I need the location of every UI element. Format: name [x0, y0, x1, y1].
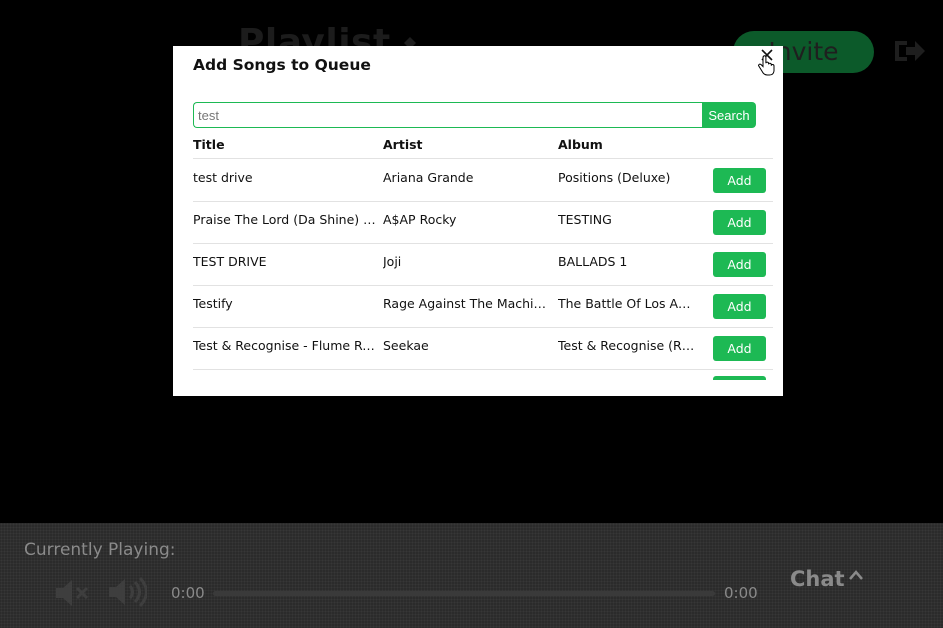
- song-title: Test & Recognise - Flume Re-…: [193, 338, 379, 353]
- table-row: test drive Ariana Grande Positions (Delu…: [193, 160, 773, 202]
- volume-icon[interactable]: [107, 576, 147, 608]
- column-album: Album: [558, 137, 603, 152]
- add-button[interactable]: Add: [713, 168, 766, 193]
- player-bar: Currently Playing: 0:00 0:00 Chat: [0, 523, 943, 628]
- add-button[interactable]: Add: [713, 294, 766, 319]
- search-button[interactable]: Search: [702, 102, 756, 128]
- song-album: TESTING: [558, 212, 612, 227]
- song-album: Positions (Deluxe): [558, 170, 671, 185]
- seek-bar[interactable]: [213, 591, 715, 596]
- song-title: Praise The Lord (Da Shine) (fe…: [193, 212, 379, 227]
- song-album: The Battle Of Los An…: [558, 296, 698, 311]
- table-row: Test & Recognise - Flume Re-… Seekae Tes…: [193, 328, 773, 370]
- song-artist: A$AP Rocky: [383, 212, 457, 227]
- song-album: Test & Recognise (R…: [558, 338, 695, 353]
- table-row: Testify Rage Against The Machi… The Batt…: [193, 286, 773, 328]
- time-total: 0:00: [724, 584, 758, 602]
- table-header: Title Artist Album: [193, 130, 773, 159]
- song-album: BALLADS 1: [558, 254, 628, 269]
- song-artist: Joji: [383, 254, 402, 269]
- app-root: Playlist Invite Currently Playing: 0:00 …: [0, 0, 943, 628]
- add-songs-modal: Add Songs to Queue Search Title Artist A…: [173, 46, 783, 396]
- add-button[interactable]: Add: [713, 252, 766, 277]
- chevron-up-icon[interactable]: [848, 569, 864, 581]
- column-title: Title: [193, 137, 225, 152]
- song-title: Testify: [193, 296, 233, 311]
- mute-icon[interactable]: [54, 578, 90, 608]
- table-row: TEST DRIVE Joji BALLADS 1 Add: [193, 244, 773, 286]
- currently-playing-label: Currently Playing:: [24, 540, 176, 560]
- song-title: TEST DRIVE: [193, 254, 267, 269]
- search-input[interactable]: [193, 102, 703, 128]
- time-elapsed: 0:00: [171, 584, 205, 602]
- column-artist: Artist: [383, 137, 423, 152]
- song-artist: Rage Against The Machi…: [383, 296, 547, 311]
- song-artist: Seekae: [383, 338, 429, 353]
- add-button-partial[interactable]: [713, 376, 766, 380]
- modal-title: Add Songs to Queue: [193, 56, 371, 74]
- logout-icon[interactable]: [893, 37, 927, 65]
- table-row: Praise The Lord (Da Shine) (fe… A$AP Roc…: [193, 202, 773, 244]
- hand-cursor-icon: [757, 55, 775, 76]
- song-artist: Ariana Grande: [383, 170, 474, 185]
- results-table: Title Artist Album test drive Ariana Gra…: [193, 130, 773, 380]
- chat-toggle[interactable]: Chat: [790, 567, 845, 591]
- add-button[interactable]: Add: [713, 210, 766, 235]
- add-button[interactable]: Add: [713, 336, 766, 361]
- song-title: test drive: [193, 170, 253, 185]
